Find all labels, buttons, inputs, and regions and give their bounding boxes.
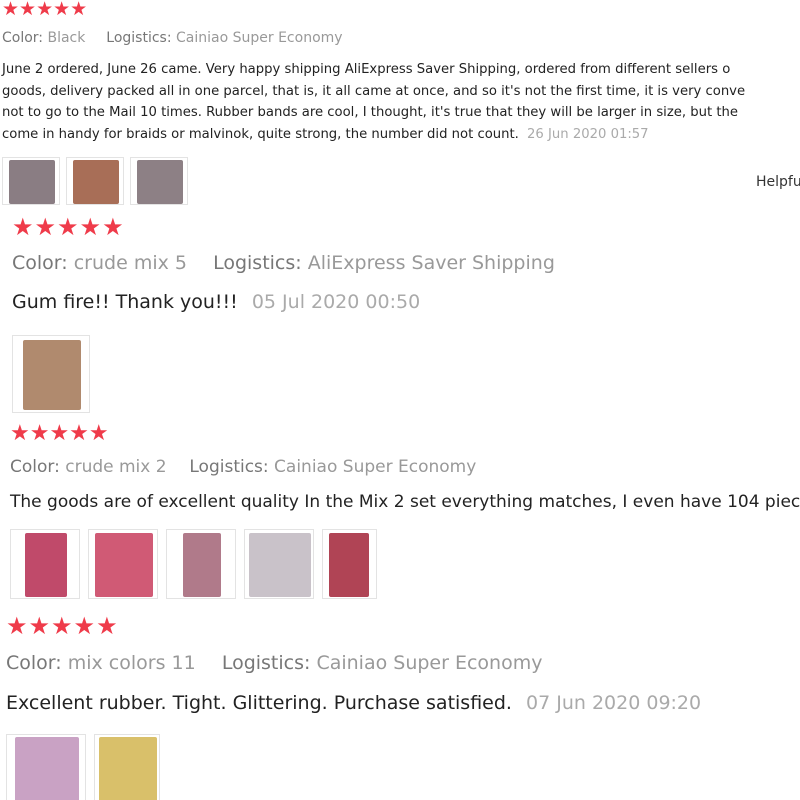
review-4: ★★★★★ Color: mix colors 11 Logistics: Ca…	[0, 610, 800, 800]
review-text: The goods are of excellent quality In th…	[10, 492, 800, 512]
color-label: Color:	[6, 652, 62, 674]
review-text-line: not to go to the Mail 10 times. Rubber b…	[2, 105, 739, 120]
star-rating: ★★★★★	[6, 612, 119, 640]
color-label: Color:	[12, 252, 68, 274]
color-value: crude mix 2	[65, 457, 167, 477]
review-text-line: June 2 ordered, June 26 came. Very happy…	[2, 62, 731, 77]
color-value: mix colors 11	[67, 652, 196, 674]
review-photo[interactable]	[88, 529, 158, 599]
review-meta: Color: mix colors 11 Logistics: Cainiao …	[6, 652, 542, 674]
logistics-label: Logistics:	[221, 652, 311, 674]
review-photo[interactable]	[94, 734, 160, 800]
color-label: Color:	[2, 30, 44, 46]
review-date: 07 Jun 2020 09:20	[526, 692, 702, 714]
review-photo[interactable]	[12, 335, 90, 413]
logistics-label: Logistics:	[213, 252, 302, 274]
review-text-row: Excellent rubber. Tight. Glittering. Pur…	[6, 692, 701, 714]
star-rating: ★★★★★	[10, 421, 109, 446]
review-photo[interactable]	[322, 529, 377, 599]
review-photo[interactable]	[66, 157, 124, 205]
review-photos	[2, 157, 188, 205]
review-photo[interactable]	[6, 734, 86, 800]
review-3: ★★★★★ Color: crude mix 2 Logistics: Cain…	[0, 420, 800, 610]
review-text: June 2 ordered, June 26 came. Very happy…	[2, 59, 745, 145]
star-rating: ★★★★★	[2, 0, 88, 20]
review-photo[interactable]	[166, 529, 236, 599]
logistics-value: Cainiao Super Economy	[274, 457, 477, 477]
color-label: Color:	[10, 457, 60, 477]
color-value: Black	[47, 30, 86, 46]
review-photo[interactable]	[130, 157, 188, 205]
review-text: Gum fire!! Thank you!!!	[12, 291, 238, 313]
review-meta: Color: crude mix 5 Logistics: AliExpress…	[12, 252, 555, 274]
review-photo[interactable]	[2, 157, 60, 205]
review-photos	[6, 734, 160, 800]
logistics-value: Cainiao Super Economy	[316, 652, 543, 674]
review-text: Excellent rubber. Tight. Glittering. Pur…	[6, 692, 512, 714]
review-photo[interactable]	[10, 529, 80, 599]
review-photo[interactable]	[244, 529, 314, 599]
review-date: 26 Jun 2020 01:57	[527, 126, 649, 142]
review-text-line: goods, delivery packed all in one parcel…	[2, 83, 746, 99]
review-2: ★★★★★ Color: crude mix 5 Logistics: AliE…	[0, 205, 800, 420]
review-photos	[12, 335, 90, 413]
review-photos	[10, 529, 377, 599]
helpful-button[interactable]: Helpfu	[756, 174, 800, 190]
logistics-label: Logistics:	[189, 457, 269, 477]
star-rating: ★★★★★	[12, 213, 125, 241]
logistics-label: Logistics:	[106, 30, 172, 46]
review-text-line: come in handy for braids or malvinok, qu…	[2, 126, 519, 142]
review-meta: Color: crude mix 2 Logistics: Cainiao Su…	[10, 457, 476, 477]
review-1: ★★★★★ Color: Black Logistics: Cainiao Su…	[0, 0, 800, 205]
logistics-value: Cainiao Super Economy	[176, 30, 343, 46]
color-value: crude mix 5	[73, 252, 187, 274]
logistics-value: AliExpress Saver Shipping	[307, 252, 555, 274]
review-text-row: Gum fire!! Thank you!!! 05 Jul 2020 00:5…	[12, 291, 420, 313]
review-meta: Color: Black Logistics: Cainiao Super Ec…	[2, 30, 343, 46]
review-date: 05 Jul 2020 00:50	[251, 291, 421, 313]
